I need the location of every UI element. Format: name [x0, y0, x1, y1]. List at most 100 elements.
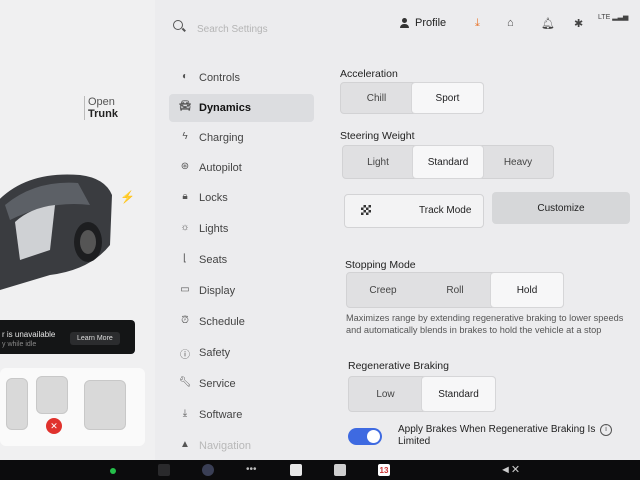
- sidebar-item-label: Charging: [199, 132, 244, 144]
- status-dot-icon: [110, 468, 116, 474]
- regen-option-low[interactable]: Low: [349, 377, 422, 411]
- bottom-dock: ••• 13 ◄✕: [0, 460, 640, 480]
- sidebar-item-label: Autopilot: [199, 162, 242, 174]
- seat-rear[interactable]: [84, 380, 126, 430]
- car-icon: 🚘︎: [178, 101, 192, 112]
- car-image: [0, 174, 112, 290]
- steering-option-heavy[interactable]: Heavy: [483, 146, 553, 178]
- toggle-icon: ◐: [181, 71, 189, 82]
- charge-port-bolt-icon[interactable]: ⚡: [120, 190, 135, 204]
- navigation-arrow-icon: ▲: [180, 439, 190, 450]
- trunk-label-line1: Open: [88, 96, 115, 108]
- sidebar-item-label: Service: [199, 378, 236, 390]
- steering-option-light[interactable]: Light: [343, 146, 413, 178]
- stopping-option-hold[interactable]: Hold: [491, 273, 563, 307]
- calendar-app-icon[interactable]: 13: [378, 464, 390, 476]
- trunk-label-line2: Trunk: [88, 108, 118, 120]
- bolt-icon: ϟ: [182, 131, 188, 142]
- download-icon: ⤓: [182, 408, 188, 419]
- lte-signal-icon: LTE ▂▃▅: [598, 14, 629, 21]
- sidebar-item-schedule[interactable]: ⏰︎ Schedule: [169, 308, 314, 336]
- notification-bell-icon[interactable]: 🔔︎: [541, 17, 555, 30]
- profile-button[interactable]: Profile: [400, 17, 446, 29]
- sidebar-item-label: Display: [199, 285, 236, 297]
- alarm-clock-icon: ⏰︎: [181, 315, 189, 326]
- sidebar-item-dynamics[interactable]: 🚘︎ Dynamics: [169, 94, 314, 122]
- toybox-app-icon[interactable]: [290, 464, 302, 476]
- media-app-icon[interactable]: [158, 464, 170, 476]
- stopping-mode-selector: Creep Roll Hold: [346, 272, 564, 308]
- info-circle-icon: ⓘ: [180, 350, 190, 361]
- sidebar-item-label: Seats: [199, 254, 228, 266]
- sidebar-item-charging[interactable]: ϟ Charging: [169, 124, 314, 152]
- seat-front-left[interactable]: [6, 378, 28, 430]
- checkered-flag-icon: [361, 205, 371, 215]
- stopping-option-roll[interactable]: Roll: [419, 273, 491, 307]
- sidebar-item-label: Locks: [199, 192, 228, 204]
- apply-brakes-label: Apply Brakes When Regenerative Braking I…: [398, 424, 596, 447]
- sidebar-item-software[interactable]: ⤓ Software: [169, 401, 314, 429]
- energy-app-icon[interactable]: [334, 464, 346, 476]
- sidebar-item-label: Controls: [199, 72, 240, 84]
- track-mode-label: Track Mode: [419, 205, 472, 216]
- sidebar-item-label: Lights: [199, 223, 229, 235]
- sidebar-item-controls[interactable]: ◐ Controls: [169, 64, 314, 92]
- acceleration-option-chill[interactable]: Chill: [341, 83, 412, 113]
- seat-map: ✕: [0, 368, 145, 446]
- garage-icon[interactable]: ⌂: [507, 17, 514, 29]
- sidebar-item-navigation[interactable]: ▲ Navigation: [169, 432, 314, 460]
- voice-command-icon[interactable]: [202, 464, 214, 476]
- steering-option-standard[interactable]: Standard: [413, 146, 483, 178]
- dynamics-settings-panel: Acceleration Chill Sport Steering Weight…: [330, 46, 640, 460]
- sidebar-item-label: Navigation: [199, 440, 251, 452]
- sidebar-item-display[interactable]: ▭ Display: [169, 277, 314, 305]
- open-trunk-button[interactable]: Open Trunk: [84, 96, 118, 120]
- regenerative-braking-label: Regenerative Braking: [348, 360, 449, 372]
- customize-button[interactable]: Customize: [492, 192, 630, 224]
- wrench-icon: 🔧︎: [178, 377, 192, 388]
- steering-wheel-icon: ⊛: [180, 161, 190, 172]
- info-icon[interactable]: i: [600, 424, 612, 436]
- bluetooth-icon[interactable]: ✱: [574, 17, 583, 30]
- regenerative-braking-selector: Low Standard: [348, 376, 496, 412]
- car-visualization-panel: Open Trunk ⚡ r is unavailable y while id…: [0, 0, 155, 460]
- apply-brakes-toggle[interactable]: [348, 428, 382, 445]
- unavailable-banner: r is unavailable y while idle Learn More: [0, 320, 135, 354]
- acceleration-selector: Chill Sport: [340, 82, 484, 114]
- acceleration-option-sport[interactable]: Sport: [412, 83, 483, 113]
- seatbelt-alert-icon: ✕: [46, 418, 62, 434]
- more-apps-icon[interactable]: •••: [246, 464, 258, 476]
- settings-sidebar: ◐ Controls 🚘︎ Dynamics ϟ Charging ⊛ Autopilo…: [155, 46, 330, 460]
- sidebar-item-safety[interactable]: ⓘ Safety: [169, 339, 314, 367]
- sun-icon: ☼: [180, 222, 190, 233]
- stopping-mode-label: Stopping Mode: [345, 259, 416, 271]
- search-input[interactable]: [195, 20, 359, 38]
- stopping-mode-description: Maximizes range by extending regenerativ…: [346, 313, 624, 335]
- seat-icon: ⌊: [183, 253, 187, 264]
- track-mode-button[interactable]: Track Mode: [344, 194, 484, 228]
- sidebar-item-label: Dynamics: [199, 102, 251, 114]
- seat-front-right[interactable]: [36, 376, 68, 414]
- banner-subtext: y while idle: [2, 341, 37, 348]
- display-icon: ▭: [180, 284, 190, 295]
- banner-text: r is unavailable: [2, 330, 56, 339]
- top-bar: Profile ⤓ ⌂ 🔔︎ ✱ LTE ▂▃▅: [155, 0, 640, 46]
- profile-icon: [400, 18, 409, 28]
- sidebar-item-label: Software: [199, 409, 243, 421]
- acceleration-label: Acceleration: [340, 68, 398, 80]
- sidebar-item-seats[interactable]: ⌊ Seats: [169, 246, 314, 274]
- steering-weight-selector: Light Standard Heavy: [342, 145, 554, 179]
- sidebar-item-lights[interactable]: ☼ Lights: [169, 215, 314, 243]
- learn-more-button[interactable]: Learn More: [70, 332, 120, 345]
- lock-icon: 🔒︎: [182, 191, 188, 202]
- volume-muted-icon[interactable]: ◄✕: [500, 464, 520, 476]
- software-update-download-icon[interactable]: ⤓: [475, 17, 480, 30]
- sidebar-item-service[interactable]: 🔧︎ Service: [169, 370, 314, 398]
- regen-option-standard[interactable]: Standard: [422, 377, 495, 411]
- sidebar-item-label: Schedule: [199, 316, 245, 328]
- sidebar-item-locks[interactable]: 🔒︎ Locks: [169, 184, 314, 212]
- stopping-option-creep[interactable]: Creep: [347, 273, 419, 307]
- sidebar-item-autopilot[interactable]: ⊛ Autopilot: [169, 154, 314, 182]
- sidebar-item-label: Safety: [199, 347, 231, 359]
- steering-weight-label: Steering Weight: [340, 130, 415, 142]
